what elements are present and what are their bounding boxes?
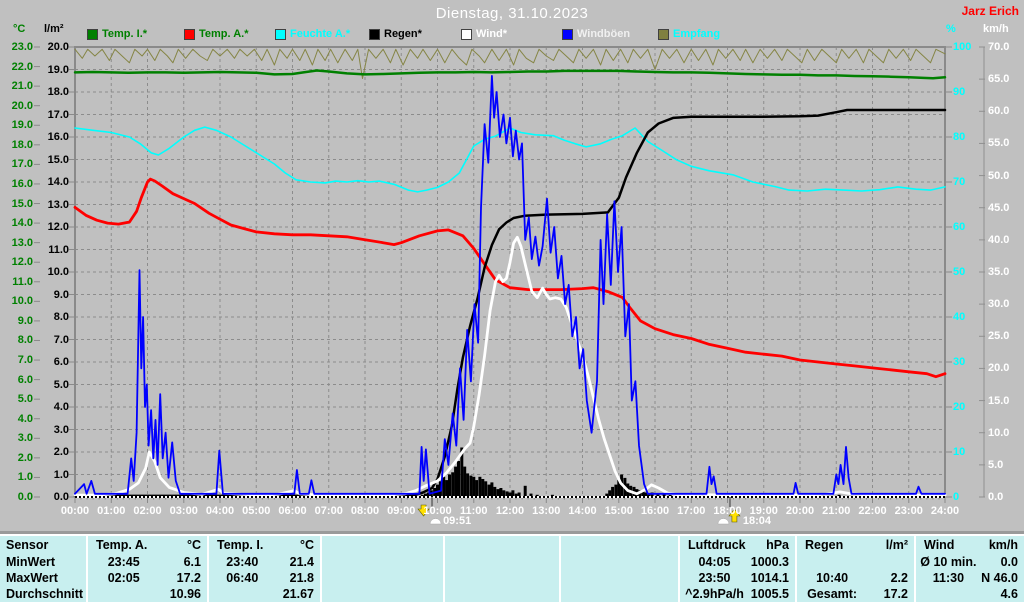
- tick-temp-c: 18.0: [11, 138, 33, 151]
- tick-rain: 10.0: [47, 266, 69, 278]
- tick-rain: 11.0: [48, 243, 69, 256]
- tick-temp-c: 5.0: [17, 393, 33, 406]
- table-col-temp-a-: Temp. A. °C 23:45 6.1 02:05 17.2 10.96: [86, 536, 207, 602]
- tick-rain: 9.0: [53, 288, 69, 301]
- tick-temp-c: 23.0: [11, 41, 33, 53]
- tick-rain: 12.0: [47, 221, 69, 233]
- tick-rain: 15.0: [47, 153, 69, 166]
- tick-rain: 19.0: [47, 63, 69, 76]
- tick-temp-c: 19.0: [11, 119, 33, 132]
- tick-rain: 17.0: [47, 108, 69, 121]
- tick-temp-c: 10.0: [11, 295, 33, 308]
- tick-wind: 35.0: [988, 266, 1010, 278]
- tick-rain: 4.0: [53, 401, 69, 413]
- tick-rain: 13.0: [47, 198, 69, 211]
- tick-temp-c: 15.0: [11, 197, 33, 210]
- weather-app-window: Dienstag, 31.10.2023 Jarz Erich °C l/m² …: [0, 0, 1024, 602]
- tick-temp-c: 8.0: [17, 334, 33, 347]
- tick-wind: 55.0: [988, 137, 1010, 150]
- table-col-luftdruck: Luftdruck hPa 04:05 1000.3 23:50 1014.1 ^2.9hP…: [678, 536, 795, 602]
- tick-temp-c: 1.0: [17, 471, 33, 484]
- tick-rain: 0.0: [53, 491, 69, 503]
- tick-humidity: 90: [953, 86, 966, 98]
- tick-temp-c: 12.0: [11, 256, 33, 269]
- tick-rain: 16.0: [47, 131, 69, 143]
- tick-temp-c: 11.0: [12, 275, 33, 288]
- table-col-empty-3: [443, 536, 559, 602]
- tick-wind: 0.0: [988, 491, 1004, 503]
- tick-humidity: 10: [953, 446, 966, 458]
- tick-rain: 8.0: [53, 311, 69, 323]
- tick-humidity: 80: [953, 131, 966, 143]
- tick-rain: 18.0: [47, 86, 69, 98]
- summary-table: Sensor MinWert MaxWert Durchschnitt Temp. A.…: [0, 534, 1024, 602]
- tick-hour: 24:00: [930, 505, 960, 517]
- tick-wind: 50.0: [988, 169, 1010, 182]
- tick-wind: 5.0: [988, 458, 1004, 471]
- tick-temp-c: 17.0: [11, 158, 33, 171]
- tick-rain: 2.0: [53, 446, 69, 458]
- tick-temp-c: 22.0: [11, 60, 33, 73]
- table-col-regen: Regen l/m² 10:40 2.2 Gesamt: 17.2: [795, 536, 914, 602]
- tick-wind: 25.0: [988, 330, 1010, 343]
- tick-humidity: 40: [953, 311, 966, 323]
- tick-humidity: 30: [953, 356, 966, 368]
- tick-rain: 6.0: [53, 356, 69, 368]
- table-col-empty-2: [320, 536, 443, 602]
- tick-wind: 65.0: [988, 73, 1010, 86]
- tick-temp-c: 4.0: [17, 412, 33, 425]
- tick-humidity: 70: [953, 176, 966, 188]
- tick-temp-c: 16.0: [11, 177, 33, 190]
- tick-wind: 10.0: [988, 426, 1010, 439]
- tick-humidity: 100: [953, 41, 972, 53]
- tick-temp-c: 6.0: [17, 373, 33, 386]
- tick-wind: 15.0: [988, 394, 1010, 407]
- tick-rain: 14.0: [47, 176, 69, 188]
- tick-wind: 20.0: [988, 362, 1010, 375]
- table-col-wind: Wind km/h Ø 10 min. 0.0 11:30 N 46.0 4.6: [914, 536, 1024, 602]
- tick-wind: 40.0: [988, 233, 1010, 246]
- tick-temp-c: 20.0: [11, 99, 33, 112]
- tick-temp-c: 13.0: [11, 236, 33, 249]
- tick-humidity: 50: [953, 266, 966, 278]
- tick-rain: 1.0: [53, 468, 69, 481]
- tick-temp-c: 7.0: [17, 354, 33, 367]
- tick-wind: 30.0: [988, 298, 1010, 311]
- tick-humidity: 20: [953, 401, 966, 413]
- tick-rain: 7.0: [53, 333, 69, 346]
- tick-wind: 70.0: [988, 41, 1010, 53]
- tick-rain: 3.0: [53, 423, 69, 436]
- tick-temp-c: 9.0: [17, 314, 33, 327]
- tick-humidity: 60: [953, 221, 966, 233]
- tick-temp-c: 3.0: [17, 432, 33, 445]
- tick-rain: 20.0: [47, 41, 69, 53]
- tick-temp-c: 2.0: [17, 451, 33, 464]
- table-col-empty-4: [559, 536, 678, 602]
- tick-rain: 5.0: [53, 378, 69, 391]
- tick-humidity: 0: [953, 491, 960, 503]
- tick-wind: 45.0: [988, 201, 1010, 214]
- tick-temp-c: 14.0: [11, 217, 33, 230]
- tick-wind: 60.0: [988, 105, 1010, 118]
- tick-temp-c: 0.0: [17, 491, 33, 503]
- tick-temp-c: 21.0: [11, 80, 33, 93]
- table-col-temp-i-: Temp. I. °C 23:40 21.4 06:40 21.8 21.67: [207, 536, 320, 602]
- weather-chart: 09:51 18:04: [34, 46, 985, 527]
- table-row-labels: Sensor MinWert MaxWert Durchschnitt: [6, 538, 84, 601]
